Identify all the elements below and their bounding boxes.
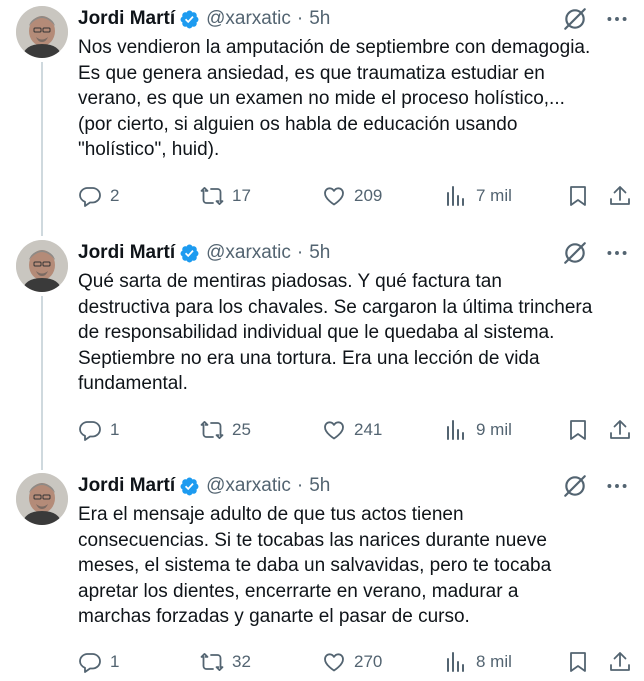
- bookmark-icon: [570, 186, 586, 206]
- repost-button[interactable]: 25: [200, 415, 251, 445]
- grok-icon[interactable]: [562, 473, 588, 499]
- avatar[interactable]: [16, 473, 68, 525]
- views-button[interactable]: 7 mil: [444, 181, 512, 211]
- reply-icon: [79, 187, 101, 207]
- avatar[interactable]: [16, 6, 68, 58]
- grok-icon[interactable]: [562, 240, 588, 266]
- repost-button[interactable]: 32: [200, 647, 251, 677]
- share-icon: [610, 186, 630, 205]
- tweet[interactable]: Jordi Martí @xarxatic · 5h Nos vendieron…: [0, 0, 644, 236]
- repost-icon: [200, 187, 224, 205]
- avatar-photo: [16, 240, 68, 292]
- verified-badge-icon: [180, 244, 199, 262]
- thread-line: [41, 62, 43, 236]
- tweet-header: Jordi Martí @xarxatic · 5h: [78, 473, 330, 499]
- bookmark-icon: [570, 652, 586, 672]
- share-icon: [610, 420, 630, 439]
- bookmark-button[interactable]: [566, 415, 590, 445]
- timestamp[interactable]: 5h: [309, 8, 330, 30]
- views-button[interactable]: 8 mil: [444, 647, 512, 677]
- bookmark-icon: [570, 420, 586, 440]
- analytics-icon: [447, 652, 464, 672]
- heart-icon: [324, 421, 344, 440]
- reply-icon: [79, 421, 101, 441]
- author-handle[interactable]: @xarxatic: [206, 8, 291, 30]
- bookmark-button[interactable]: [566, 647, 590, 677]
- repost-icon: [200, 653, 224, 671]
- reply-button[interactable]: 2: [78, 181, 119, 211]
- analytics-icon: [447, 186, 464, 206]
- avatar-photo: [16, 473, 68, 525]
- reply-icon: [79, 653, 101, 673]
- separator: ·: [296, 8, 304, 29]
- thread-line: [41, 296, 43, 470]
- timestamp[interactable]: 5h: [309, 242, 330, 264]
- tweet-header: Jordi Martí @xarxatic · 5h: [78, 240, 330, 266]
- author-name[interactable]: Jordi Martí: [78, 475, 175, 497]
- repost-count: 25: [232, 420, 251, 439]
- repost-icon: [200, 421, 224, 439]
- analytics-icon: [447, 420, 464, 440]
- like-count: 270: [354, 652, 383, 671]
- reply-button[interactable]: 1: [78, 647, 119, 677]
- author-handle[interactable]: @xarxatic: [206, 242, 291, 264]
- tweet-text: Qué sarta de mentiras piadosas. Y qué fa…: [78, 271, 593, 394]
- repost-button[interactable]: 17: [200, 181, 251, 211]
- tweet-text: Nos vendieron la amputación de septiembr…: [78, 37, 591, 160]
- repost-count: 17: [232, 186, 251, 205]
- author-name[interactable]: Jordi Martí: [78, 242, 175, 264]
- share-icon: [610, 652, 630, 671]
- more-options-icon[interactable]: [604, 240, 630, 266]
- more-options-icon[interactable]: [604, 473, 630, 499]
- like-button[interactable]: 241: [322, 415, 382, 445]
- view-count: 7 mil: [476, 186, 512, 205]
- tweet-text: Era el mensaje adulto de que tus actos t…: [78, 504, 552, 627]
- reply-count: 2: [110, 186, 120, 205]
- avatar-photo: [16, 6, 68, 58]
- view-count: 8 mil: [476, 652, 512, 671]
- author-handle[interactable]: @xarxatic: [206, 475, 291, 497]
- author-name[interactable]: Jordi Martí: [78, 8, 175, 30]
- reply-button[interactable]: 1: [78, 415, 119, 445]
- repost-count: 32: [232, 652, 251, 671]
- like-button[interactable]: 270: [322, 647, 382, 677]
- tweet[interactable]: Jordi Martí @xarxatic · 5h Era el mensaj…: [0, 467, 644, 681]
- share-button[interactable]: [608, 647, 632, 677]
- tweet[interactable]: Jordi Martí @xarxatic · 5h Qué sarta de …: [0, 234, 644, 470]
- reply-count: 1: [110, 652, 120, 671]
- avatar[interactable]: [16, 240, 68, 292]
- like-count: 209: [354, 186, 383, 205]
- tweet-actions: 1 32 270 8 mil: [78, 647, 634, 677]
- separator: ·: [296, 242, 304, 263]
- separator: ·: [296, 475, 304, 496]
- like-button[interactable]: 209: [322, 181, 382, 211]
- bookmark-button[interactable]: [566, 181, 590, 211]
- heart-icon: [324, 653, 344, 672]
- tweet-actions: 2 17 209 7 mil: [78, 181, 634, 211]
- views-button[interactable]: 9 mil: [444, 415, 512, 445]
- share-button[interactable]: [608, 181, 632, 211]
- verified-badge-icon: [180, 10, 199, 28]
- timestamp[interactable]: 5h: [309, 475, 330, 497]
- more-options-icon[interactable]: [604, 6, 630, 32]
- reply-count: 1: [110, 420, 120, 439]
- tweet-header: Jordi Martí @xarxatic · 5h: [78, 6, 330, 32]
- share-button[interactable]: [608, 415, 632, 445]
- verified-badge-icon: [180, 477, 199, 495]
- heart-icon: [324, 187, 344, 206]
- like-count: 241: [354, 420, 383, 439]
- grok-icon[interactable]: [562, 6, 588, 32]
- view-count: 9 mil: [476, 420, 512, 439]
- tweet-actions: 1 25 241 9 mil: [78, 415, 634, 445]
